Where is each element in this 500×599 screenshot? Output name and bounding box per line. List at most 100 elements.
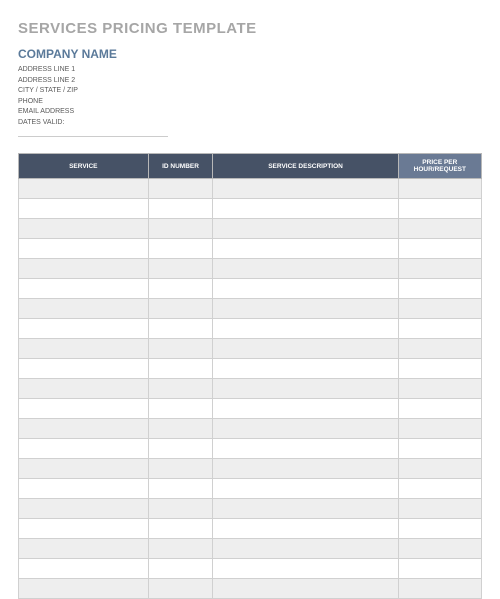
table-cell	[398, 539, 481, 559]
table-row	[19, 379, 482, 399]
table-cell	[213, 379, 398, 399]
table-row	[19, 499, 482, 519]
table-cell	[19, 499, 149, 519]
table-cell	[148, 439, 213, 459]
table-cell	[213, 439, 398, 459]
table-cell	[19, 539, 149, 559]
table-cell	[398, 499, 481, 519]
table-cell	[213, 299, 398, 319]
table-cell	[148, 319, 213, 339]
table-row	[19, 439, 482, 459]
table-cell	[213, 519, 398, 539]
table-cell	[19, 359, 149, 379]
table-cell	[19, 579, 149, 599]
table-cell	[213, 419, 398, 439]
table-row	[19, 479, 482, 499]
table-cell	[19, 299, 149, 319]
table-cell	[148, 459, 213, 479]
table-row	[19, 579, 482, 599]
table-cell	[398, 239, 481, 259]
table-row	[19, 239, 482, 259]
table-cell	[398, 359, 481, 379]
table-cell	[398, 479, 481, 499]
table-cell	[148, 579, 213, 599]
pricing-table: SERVICE ID NUMBER SERVICE DESCRIPTION PR…	[18, 153, 482, 599]
table-cell	[398, 559, 481, 579]
table-cell	[148, 479, 213, 499]
table-cell	[148, 299, 213, 319]
table-row	[19, 459, 482, 479]
table-cell	[19, 379, 149, 399]
table-cell	[19, 339, 149, 359]
table-cell	[148, 259, 213, 279]
table-cell	[213, 239, 398, 259]
table-row	[19, 339, 482, 359]
table-cell	[148, 359, 213, 379]
table-cell	[213, 319, 398, 339]
column-header-service-description: SERVICE DESCRIPTION	[213, 154, 398, 179]
table-row	[19, 199, 482, 219]
table-cell	[148, 239, 213, 259]
table-cell	[398, 259, 481, 279]
table-cell	[213, 359, 398, 379]
table-cell	[148, 559, 213, 579]
table-cell	[148, 399, 213, 419]
table-cell	[19, 459, 149, 479]
table-cell	[19, 559, 149, 579]
table-cell	[213, 499, 398, 519]
address-line-1: ADDRESS LINE 1	[18, 65, 482, 76]
table-cell	[148, 539, 213, 559]
table-cell	[213, 199, 398, 219]
table-row	[19, 419, 482, 439]
table-header-row: SERVICE ID NUMBER SERVICE DESCRIPTION PR…	[19, 154, 482, 179]
company-name: COMPANY NAME	[18, 47, 482, 61]
table-cell	[148, 499, 213, 519]
table-cell	[213, 579, 398, 599]
table-cell	[213, 479, 398, 499]
table-cell	[148, 339, 213, 359]
dates-valid: DATES VALID:	[18, 118, 482, 129]
column-header-price: PRICE PER HOUR/REQUEST	[398, 154, 481, 179]
header-divider	[18, 136, 168, 137]
table-cell	[213, 259, 398, 279]
table-cell	[148, 279, 213, 299]
table-cell	[398, 439, 481, 459]
table-cell	[19, 439, 149, 459]
table-row	[19, 179, 482, 199]
table-row	[19, 559, 482, 579]
table-cell	[398, 339, 481, 359]
table-row	[19, 299, 482, 319]
table-cell	[398, 519, 481, 539]
phone: PHONE	[18, 97, 482, 108]
table-cell	[398, 219, 481, 239]
table-cell	[148, 379, 213, 399]
table-cell	[213, 219, 398, 239]
table-cell	[148, 419, 213, 439]
table-cell	[19, 279, 149, 299]
table-cell	[398, 279, 481, 299]
table-cell	[398, 459, 481, 479]
table-cell	[19, 259, 149, 279]
table-row	[19, 519, 482, 539]
column-header-id-number: ID NUMBER	[148, 154, 213, 179]
table-cell	[398, 399, 481, 419]
table-cell	[148, 519, 213, 539]
column-header-service: SERVICE	[19, 154, 149, 179]
address-line-2: ADDRESS LINE 2	[18, 76, 482, 87]
table-row	[19, 399, 482, 419]
table-cell	[19, 519, 149, 539]
document-title: SERVICES PRICING TEMPLATE	[18, 20, 482, 37]
table-cell	[213, 279, 398, 299]
table-cell	[398, 379, 481, 399]
table-body	[19, 179, 482, 599]
table-cell	[213, 179, 398, 199]
table-row	[19, 279, 482, 299]
table-cell	[398, 319, 481, 339]
table-row	[19, 319, 482, 339]
table-cell	[213, 459, 398, 479]
table-cell	[398, 579, 481, 599]
table-row	[19, 539, 482, 559]
table-cell	[19, 319, 149, 339]
table-row	[19, 219, 482, 239]
table-cell	[19, 179, 149, 199]
